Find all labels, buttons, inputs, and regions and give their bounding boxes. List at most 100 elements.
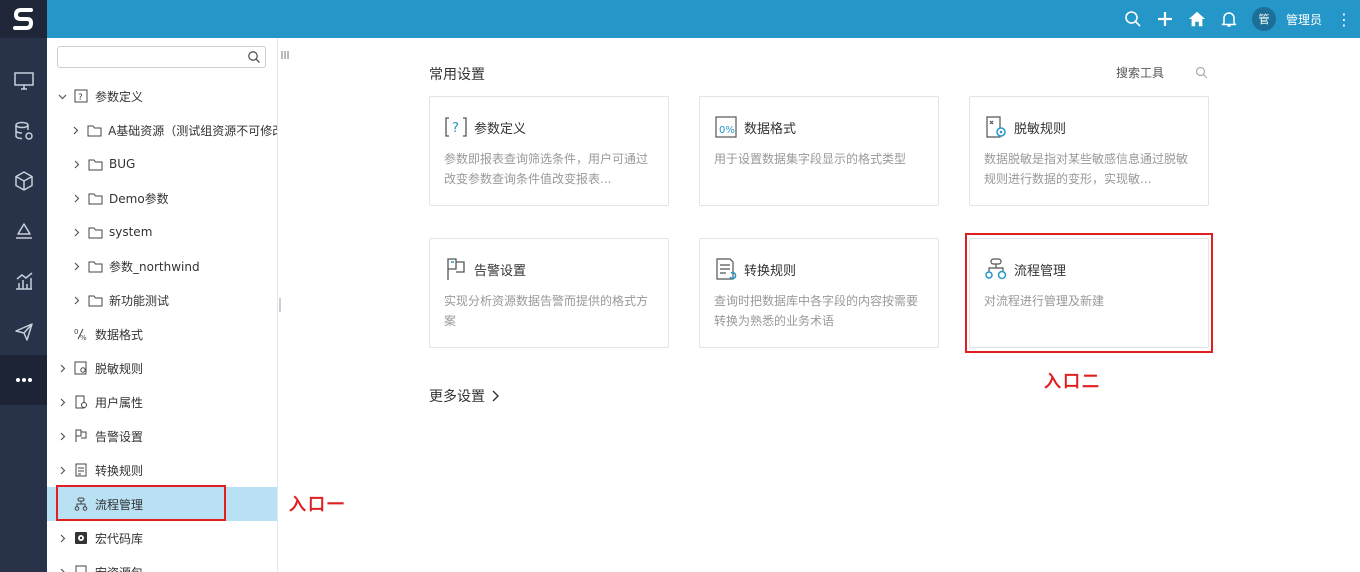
tree-item-folder[interactable]: system bbox=[47, 215, 277, 249]
card-conversion-rules[interactable]: 转换规则 查询时把数据库中各字段的内容按需要转换为熟悉的业务术语 bbox=[699, 238, 939, 348]
app-logo[interactable] bbox=[0, 0, 47, 38]
chevron-right-icon[interactable] bbox=[71, 159, 81, 169]
svg-text:?: ? bbox=[78, 93, 83, 103]
tree-item-conversion-rules[interactable]: 转换规则 bbox=[47, 453, 277, 487]
annotation-box-entry-two bbox=[965, 233, 1213, 353]
folder-icon bbox=[87, 156, 103, 172]
card-title: 转换规则 bbox=[744, 263, 797, 279]
card-data-format[interactable]: 0% 数据格式 用于设置数据集字段显示的格式类型 bbox=[699, 96, 939, 206]
tree-search-input[interactable] bbox=[57, 46, 266, 68]
flag-icon bbox=[444, 257, 468, 281]
search-tool-label[interactable]: 搜索工具 bbox=[1116, 64, 1164, 81]
svg-text:0: 0 bbox=[74, 328, 78, 336]
card-desensitize-rules[interactable]: 脱敏规则 数据脱敏是指对某些敏感信息通过脱敏规则进行数据的变形，实现敏... bbox=[969, 96, 1209, 206]
card-description: 参数即报表查询筛选条件，用户可通过改变参数查询条件值改变报表... bbox=[444, 152, 649, 186]
tree-item-label: 参数_northwind bbox=[109, 259, 200, 274]
card-alert-settings[interactable]: 告警设置 实现分析资源数据告警而提供的格式方案 bbox=[429, 238, 669, 348]
folder-icon bbox=[87, 292, 103, 308]
conversion-icon bbox=[714, 257, 738, 281]
macro-icon bbox=[73, 530, 89, 546]
rail-cube[interactable] bbox=[0, 156, 47, 206]
rail-send[interactable] bbox=[0, 306, 47, 356]
tree-item-label: 数据格式 bbox=[95, 327, 144, 342]
card-title: 数据格式 bbox=[744, 121, 797, 137]
rail-layers[interactable] bbox=[0, 206, 47, 256]
tree-item-label: 宏代码库 bbox=[95, 531, 144, 546]
chevron-right-icon[interactable] bbox=[71, 261, 81, 271]
svg-text:%: % bbox=[80, 334, 87, 341]
rail-chart[interactable] bbox=[0, 256, 47, 306]
folder-icon bbox=[87, 224, 103, 240]
left-rail bbox=[0, 0, 47, 572]
chevron-right-icon[interactable] bbox=[57, 465, 67, 475]
svg-text:?: ? bbox=[452, 121, 459, 136]
tree-item-folder[interactable]: A基础资源（测试组资源不可修改 bbox=[47, 113, 277, 147]
flag-icon bbox=[73, 428, 89, 444]
conversion-icon bbox=[73, 462, 89, 478]
tree-item-label: 用户属性 bbox=[95, 395, 144, 410]
tree-item-label: system bbox=[109, 225, 153, 239]
more-settings-link[interactable]: 更多设置 bbox=[429, 386, 499, 406]
folder-icon bbox=[87, 190, 103, 206]
tree-item-param-definition[interactable]: ? 参数定义 bbox=[47, 79, 277, 113]
tree-item-macro-library[interactable]: 宏代码库 bbox=[47, 521, 277, 555]
paper-plane-icon bbox=[14, 323, 33, 341]
tree-item-label: BUG bbox=[109, 157, 136, 171]
tree-item-macro-package[interactable]: 宏资源包 bbox=[47, 555, 277, 572]
home-button[interactable] bbox=[1188, 10, 1206, 28]
chevron-right-icon bbox=[492, 390, 499, 402]
chevron-right-icon[interactable] bbox=[71, 295, 81, 305]
top-bar: 管 管理员 ⋮ bbox=[47, 0, 1360, 38]
chevron-right-icon[interactable] bbox=[57, 533, 67, 543]
tree-item-folder[interactable]: Demo参数 bbox=[47, 181, 277, 215]
desensitize-icon bbox=[73, 360, 89, 376]
tree-item-label: Demo参数 bbox=[109, 191, 169, 206]
data-format-icon: 0% bbox=[714, 115, 738, 139]
card-param-definition[interactable]: ? 参数定义 参数即报表查询筛选条件，用户可通过改变参数查询条件值改变报表... bbox=[429, 96, 669, 206]
more-dots-icon bbox=[15, 378, 32, 382]
search-icon[interactable] bbox=[1195, 66, 1208, 79]
tree-item-folder[interactable]: 新功能测试 bbox=[47, 283, 277, 317]
user-name[interactable]: 管理员 bbox=[1286, 11, 1322, 28]
tree-item-alert-settings[interactable]: 告警设置 bbox=[47, 419, 277, 453]
rail-database[interactable] bbox=[0, 106, 47, 156]
tree-item-user-attributes[interactable]: 用户属性 bbox=[47, 385, 277, 419]
monitor-icon bbox=[13, 72, 34, 90]
param-definition-icon: ? bbox=[444, 115, 468, 139]
chevron-down-icon[interactable] bbox=[57, 91, 67, 101]
tree-item-data-format[interactable]: 0% 数据格式 bbox=[47, 317, 277, 351]
more-menu-button[interactable]: ⋮ bbox=[1336, 10, 1352, 29]
chevron-right-icon[interactable] bbox=[71, 125, 81, 135]
chevron-right-icon[interactable] bbox=[57, 363, 67, 373]
tree-item-folder[interactable]: 参数_northwind bbox=[47, 249, 277, 283]
cube-icon bbox=[14, 171, 33, 191]
data-format-icon: 0% bbox=[73, 326, 89, 342]
param-icon: ? bbox=[73, 88, 89, 104]
annotation-entry-one: 入口一 bbox=[289, 495, 346, 515]
home-icon bbox=[1188, 11, 1206, 27]
annotation-entry-two: 入口二 bbox=[1044, 372, 1101, 392]
svg-text:0%: 0% bbox=[719, 125, 735, 136]
chevron-right-icon[interactable] bbox=[71, 193, 81, 203]
card-title: 告警设置 bbox=[474, 263, 527, 279]
logo-icon bbox=[12, 8, 33, 30]
tree-item-desensitize[interactable]: 脱敏规则 bbox=[47, 351, 277, 385]
notification-button[interactable] bbox=[1220, 10, 1238, 28]
tree-item-folder[interactable]: BUG bbox=[47, 147, 277, 181]
annotation-box-entry-one bbox=[56, 485, 226, 521]
search-button[interactable] bbox=[1124, 10, 1142, 28]
rail-more[interactable] bbox=[0, 355, 47, 405]
search-icon[interactable] bbox=[247, 50, 261, 64]
chevron-right-icon[interactable] bbox=[57, 397, 67, 407]
chevron-right-icon[interactable] bbox=[57, 567, 67, 572]
chevron-right-icon[interactable] bbox=[71, 227, 81, 237]
chevron-right-icon[interactable] bbox=[57, 431, 67, 441]
avatar[interactable]: 管 bbox=[1251, 7, 1276, 31]
rail-monitor[interactable] bbox=[0, 56, 47, 106]
tree-item-label: 宏资源包 bbox=[95, 564, 143, 572]
search-icon bbox=[1125, 11, 1141, 27]
add-button[interactable] bbox=[1156, 10, 1174, 28]
folder-icon bbox=[87, 258, 103, 274]
more-settings-label: 更多设置 bbox=[429, 389, 485, 405]
card-description: 用于设置数据集字段显示的格式类型 bbox=[714, 152, 907, 166]
